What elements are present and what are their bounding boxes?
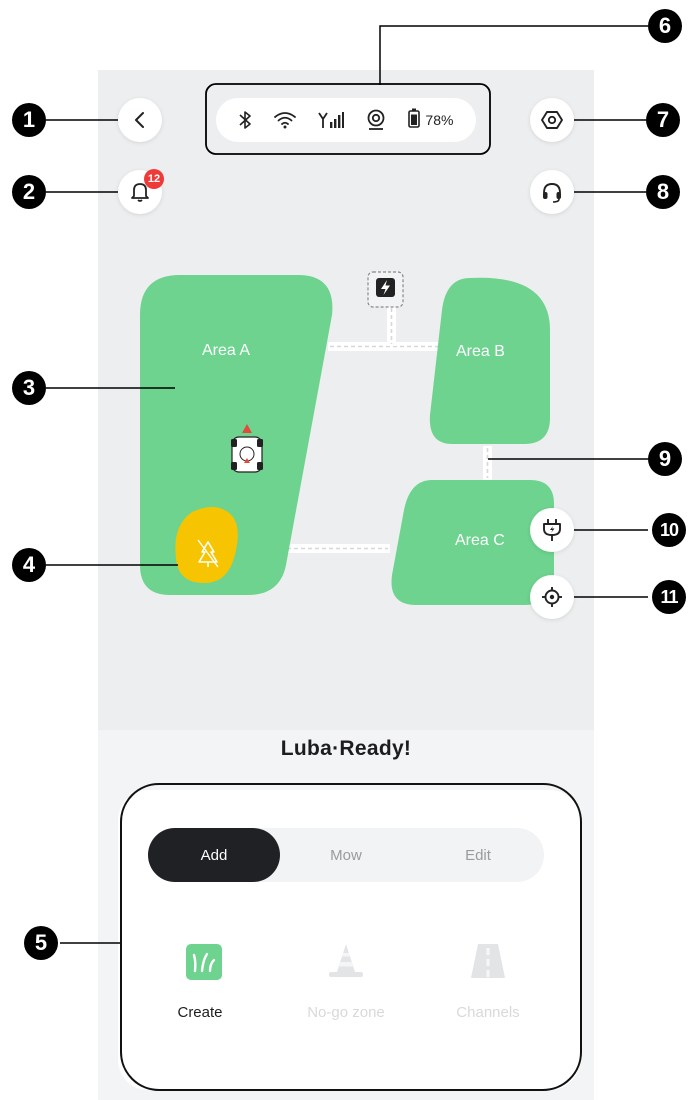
settings-button[interactable]: [530, 98, 574, 142]
callout-6: 6: [648, 9, 682, 43]
traffic-cone-icon: [325, 944, 367, 986]
channels-tool-label[interactable]: Channels: [418, 1004, 558, 1021]
tab-add[interactable]: Add: [148, 828, 280, 882]
create-tool-button[interactable]: [186, 944, 222, 985]
road-channel-icon: [470, 944, 506, 984]
map-canvas: [140, 271, 554, 605]
callout-5: 5: [24, 926, 58, 960]
no-go-zone-tool-label[interactable]: No-go zone: [276, 1004, 416, 1021]
area-b-label: Area B: [456, 343, 505, 360]
callout-4: 4: [12, 548, 46, 582]
charging-plug-icon: [542, 518, 562, 542]
tab-mow[interactable]: Mow: [280, 828, 412, 882]
create-tool-label[interactable]: Create: [130, 1004, 270, 1021]
callout-2: 2: [12, 175, 46, 209]
area-c-label: Area C: [455, 532, 505, 549]
callout-9: 9: [648, 442, 682, 476]
callout-11: 11: [652, 580, 686, 614]
grass-create-icon: [186, 944, 222, 984]
locate-target-icon: [541, 586, 563, 608]
notification-count-badge: 12: [144, 169, 164, 189]
support-button[interactable]: [530, 170, 574, 214]
locate-button[interactable]: [530, 575, 574, 619]
tab-edit[interactable]: Edit: [412, 828, 544, 882]
callout-8: 8: [646, 175, 680, 209]
settings-hex-icon: [541, 110, 563, 130]
callout-3: 3: [12, 371, 46, 405]
no-go-zone-tool-button[interactable]: [325, 940, 367, 987]
charging-station-icon[interactable]: [367, 271, 404, 308]
callout-1: 1: [12, 103, 46, 137]
back-button[interactable]: [118, 98, 162, 142]
back-arrow-icon: [133, 111, 147, 129]
charge-return-button[interactable]: [530, 508, 574, 552]
area-a-label: Area A: [202, 342, 251, 359]
device-status-title: Luba·Ready!: [280, 737, 412, 760]
callout-10: 10: [652, 513, 686, 547]
channels-tool-button[interactable]: [470, 942, 506, 985]
headset-icon: [541, 181, 563, 203]
callout-7: 7: [646, 103, 680, 137]
